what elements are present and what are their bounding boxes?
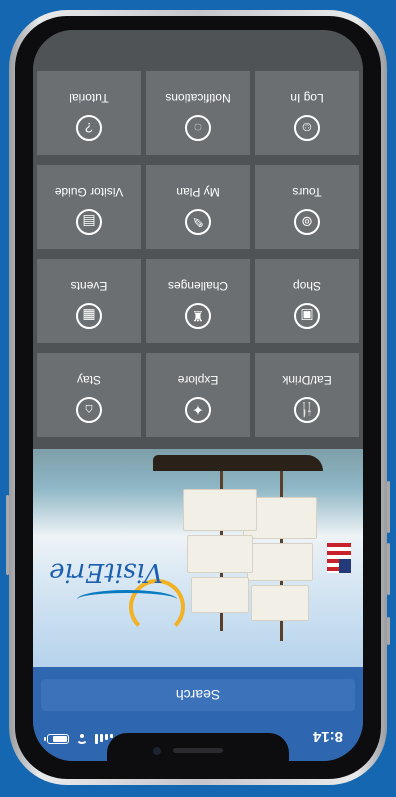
speaker [173, 748, 223, 753]
search-button[interactable]: Search [41, 679, 355, 711]
tile-label: Challenges [167, 279, 229, 293]
tile-label: Stay [77, 373, 102, 387]
phone-screen: 8:14 Search VisitErie 🍴 Eat/Drink ✦ Expl… [33, 30, 363, 761]
tile-label: Notifications [165, 91, 231, 105]
wifi-icon [75, 734, 89, 744]
chat-icon: ◌ [185, 115, 211, 141]
tile-eat-drink[interactable]: 🍴 Eat/Drink [255, 353, 359, 437]
tile-tours[interactable]: ⊚ Tours [255, 165, 359, 249]
tile-label: Tours [292, 185, 322, 199]
volume-up-button [387, 543, 390, 595]
tile-stay[interactable]: ⌂ Stay [37, 353, 141, 437]
tile-log-in[interactable]: ☺ Log In [255, 71, 359, 155]
book-icon: ▤ [76, 209, 102, 235]
tile-label: Log In [290, 91, 324, 105]
mute-switch [387, 617, 390, 645]
rotated-screenshot: 8:14 Search VisitErie 🍴 Eat/Drink ✦ Expl… [0, 0, 396, 797]
tile-notifications[interactable]: ◌ Notifications [146, 71, 250, 155]
tile-label: Visitor Guide [54, 185, 124, 199]
trophy-icon: ♜ [185, 303, 211, 329]
hero-image: VisitErie [33, 449, 363, 667]
tile-visitor-guide[interactable]: ▤ Visitor Guide [37, 165, 141, 249]
tile-my-plan[interactable]: ✎ My Plan [146, 165, 250, 249]
tile-challenges[interactable]: ♜ Challenges [146, 259, 250, 343]
volume-down-button [387, 481, 390, 533]
calendar-icon: ▦ [76, 303, 102, 329]
compass-icon: ✦ [185, 397, 211, 423]
bus-icon: ⊚ [294, 209, 320, 235]
tile-tutorial[interactable]: ? Tutorial [37, 71, 141, 155]
tile-explore[interactable]: ✦ Explore [146, 353, 250, 437]
status-icons [47, 734, 113, 744]
power-button [6, 495, 9, 575]
bed-icon: ⌂ [76, 397, 102, 423]
pen-icon: ✎ [185, 209, 211, 235]
tile-events[interactable]: ▦ Events [37, 259, 141, 343]
tile-label: My Plan [176, 185, 220, 199]
tile-shop[interactable]: ▣ Shop [255, 259, 359, 343]
logo-text: VisitErie [49, 557, 163, 587]
tile-label: Eat/Drink [282, 373, 332, 387]
battery-icon [47, 734, 69, 744]
menu-grid: 🍴 Eat/Drink ✦ Explore ⌂ Stay ▣ Shop ♜ Ch… [33, 30, 363, 441]
phone-frame: 8:14 Search VisitErie 🍴 Eat/Drink ✦ Expl… [6, 10, 390, 785]
question-icon: ? [76, 115, 102, 141]
tile-label: Explore [177, 373, 219, 387]
american-flag [327, 543, 351, 573]
notch [107, 733, 289, 761]
search-bar: Search [33, 667, 363, 715]
plate-icon: 🍴 [294, 397, 320, 423]
tile-label: Events [70, 279, 108, 293]
user-icon: ☺ [294, 115, 320, 141]
front-camera [153, 747, 161, 755]
bag-icon: ▣ [294, 303, 320, 329]
tile-label: Tutorial [69, 91, 109, 105]
status-time: 8:14 [312, 728, 343, 745]
tile-label: Shop [292, 279, 322, 293]
